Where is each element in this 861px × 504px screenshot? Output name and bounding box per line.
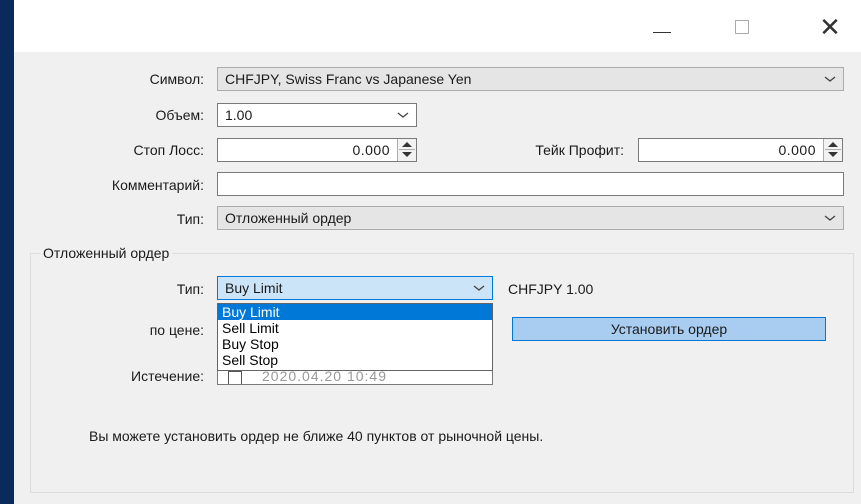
takeprofit-label: Тейк Профит: [535, 142, 624, 158]
minimize-icon [653, 31, 671, 33]
spin-down-icon [828, 152, 838, 157]
expiry-label: Истечение: [131, 368, 204, 384]
checkbox-icon[interactable] [228, 371, 242, 384]
pending-type-dropdown: Buy Limit Sell Limit Buy Stop Sell Stop [217, 303, 493, 371]
close-icon: ✕ [819, 11, 841, 42]
takeprofit-value: 0.000 [778, 142, 816, 158]
stoploss-spinner[interactable] [397, 139, 416, 161]
close-button[interactable]: ✕ [810, 10, 850, 44]
pending-type-label: Тип: [176, 281, 204, 297]
type-label: Тип: [176, 211, 204, 227]
order-type-value: Отложенный ордер [225, 210, 352, 226]
dropdown-option[interactable]: Buy Limit [218, 304, 492, 320]
maximize-button[interactable] [722, 10, 762, 44]
window-frame [0, 0, 14, 504]
minimize-button[interactable] [642, 10, 682, 44]
symbol-value: CHFJPY, Swiss Franc vs Japanese Yen [225, 71, 472, 87]
volume-value: 1.00 [225, 107, 253, 123]
distance-note: Вы можете установить ордер не ближе 40 п… [89, 428, 544, 444]
stoploss-value: 0.000 [352, 142, 390, 158]
spin-down-icon [402, 152, 412, 157]
chevron-down-icon [473, 285, 485, 291]
dropdown-option[interactable]: Sell Limit [218, 320, 492, 336]
chevron-down-icon [824, 76, 836, 82]
spin-up-icon [402, 142, 412, 147]
order-dialog: Символ: CHFJPY, Swiss Franc vs Japanese … [14, 52, 861, 504]
symbol-select[interactable]: CHFJPY, Swiss Franc vs Japanese Yen [217, 67, 844, 91]
pending-type-value: Buy Limit [225, 280, 283, 296]
maximize-icon [735, 20, 749, 34]
spin-up-icon [828, 142, 838, 147]
chevron-down-icon [824, 215, 836, 221]
price-label: по цене: [149, 322, 204, 338]
takeprofit-field[interactable]: 0.000 [638, 138, 843, 162]
set-order-button[interactable]: Установить ордер [512, 317, 826, 341]
symbol-info: CHFJPY 1.00 [508, 281, 594, 297]
pending-type-select[interactable]: Buy Limit [217, 276, 493, 300]
volume-select[interactable]: 1.00 [217, 103, 417, 127]
comment-field[interactable] [217, 172, 844, 196]
stoploss-label: Стоп Лосс: [133, 142, 205, 158]
pending-order-title: Отложенный ордер [40, 244, 173, 262]
title-bar: ✕ [14, 0, 861, 52]
volume-label: Объем: [155, 107, 205, 123]
chevron-down-icon [397, 112, 409, 118]
symbol-label: Символ: [149, 71, 204, 87]
stoploss-field[interactable]: 0.000 [217, 138, 417, 162]
dropdown-option[interactable]: Sell Stop [218, 352, 492, 368]
order-type-select[interactable]: Отложенный ордер [217, 206, 844, 230]
dropdown-option[interactable]: Buy Stop [218, 336, 492, 352]
takeprofit-spinner[interactable] [823, 139, 842, 161]
comment-label: Комментарий: [111, 177, 204, 193]
